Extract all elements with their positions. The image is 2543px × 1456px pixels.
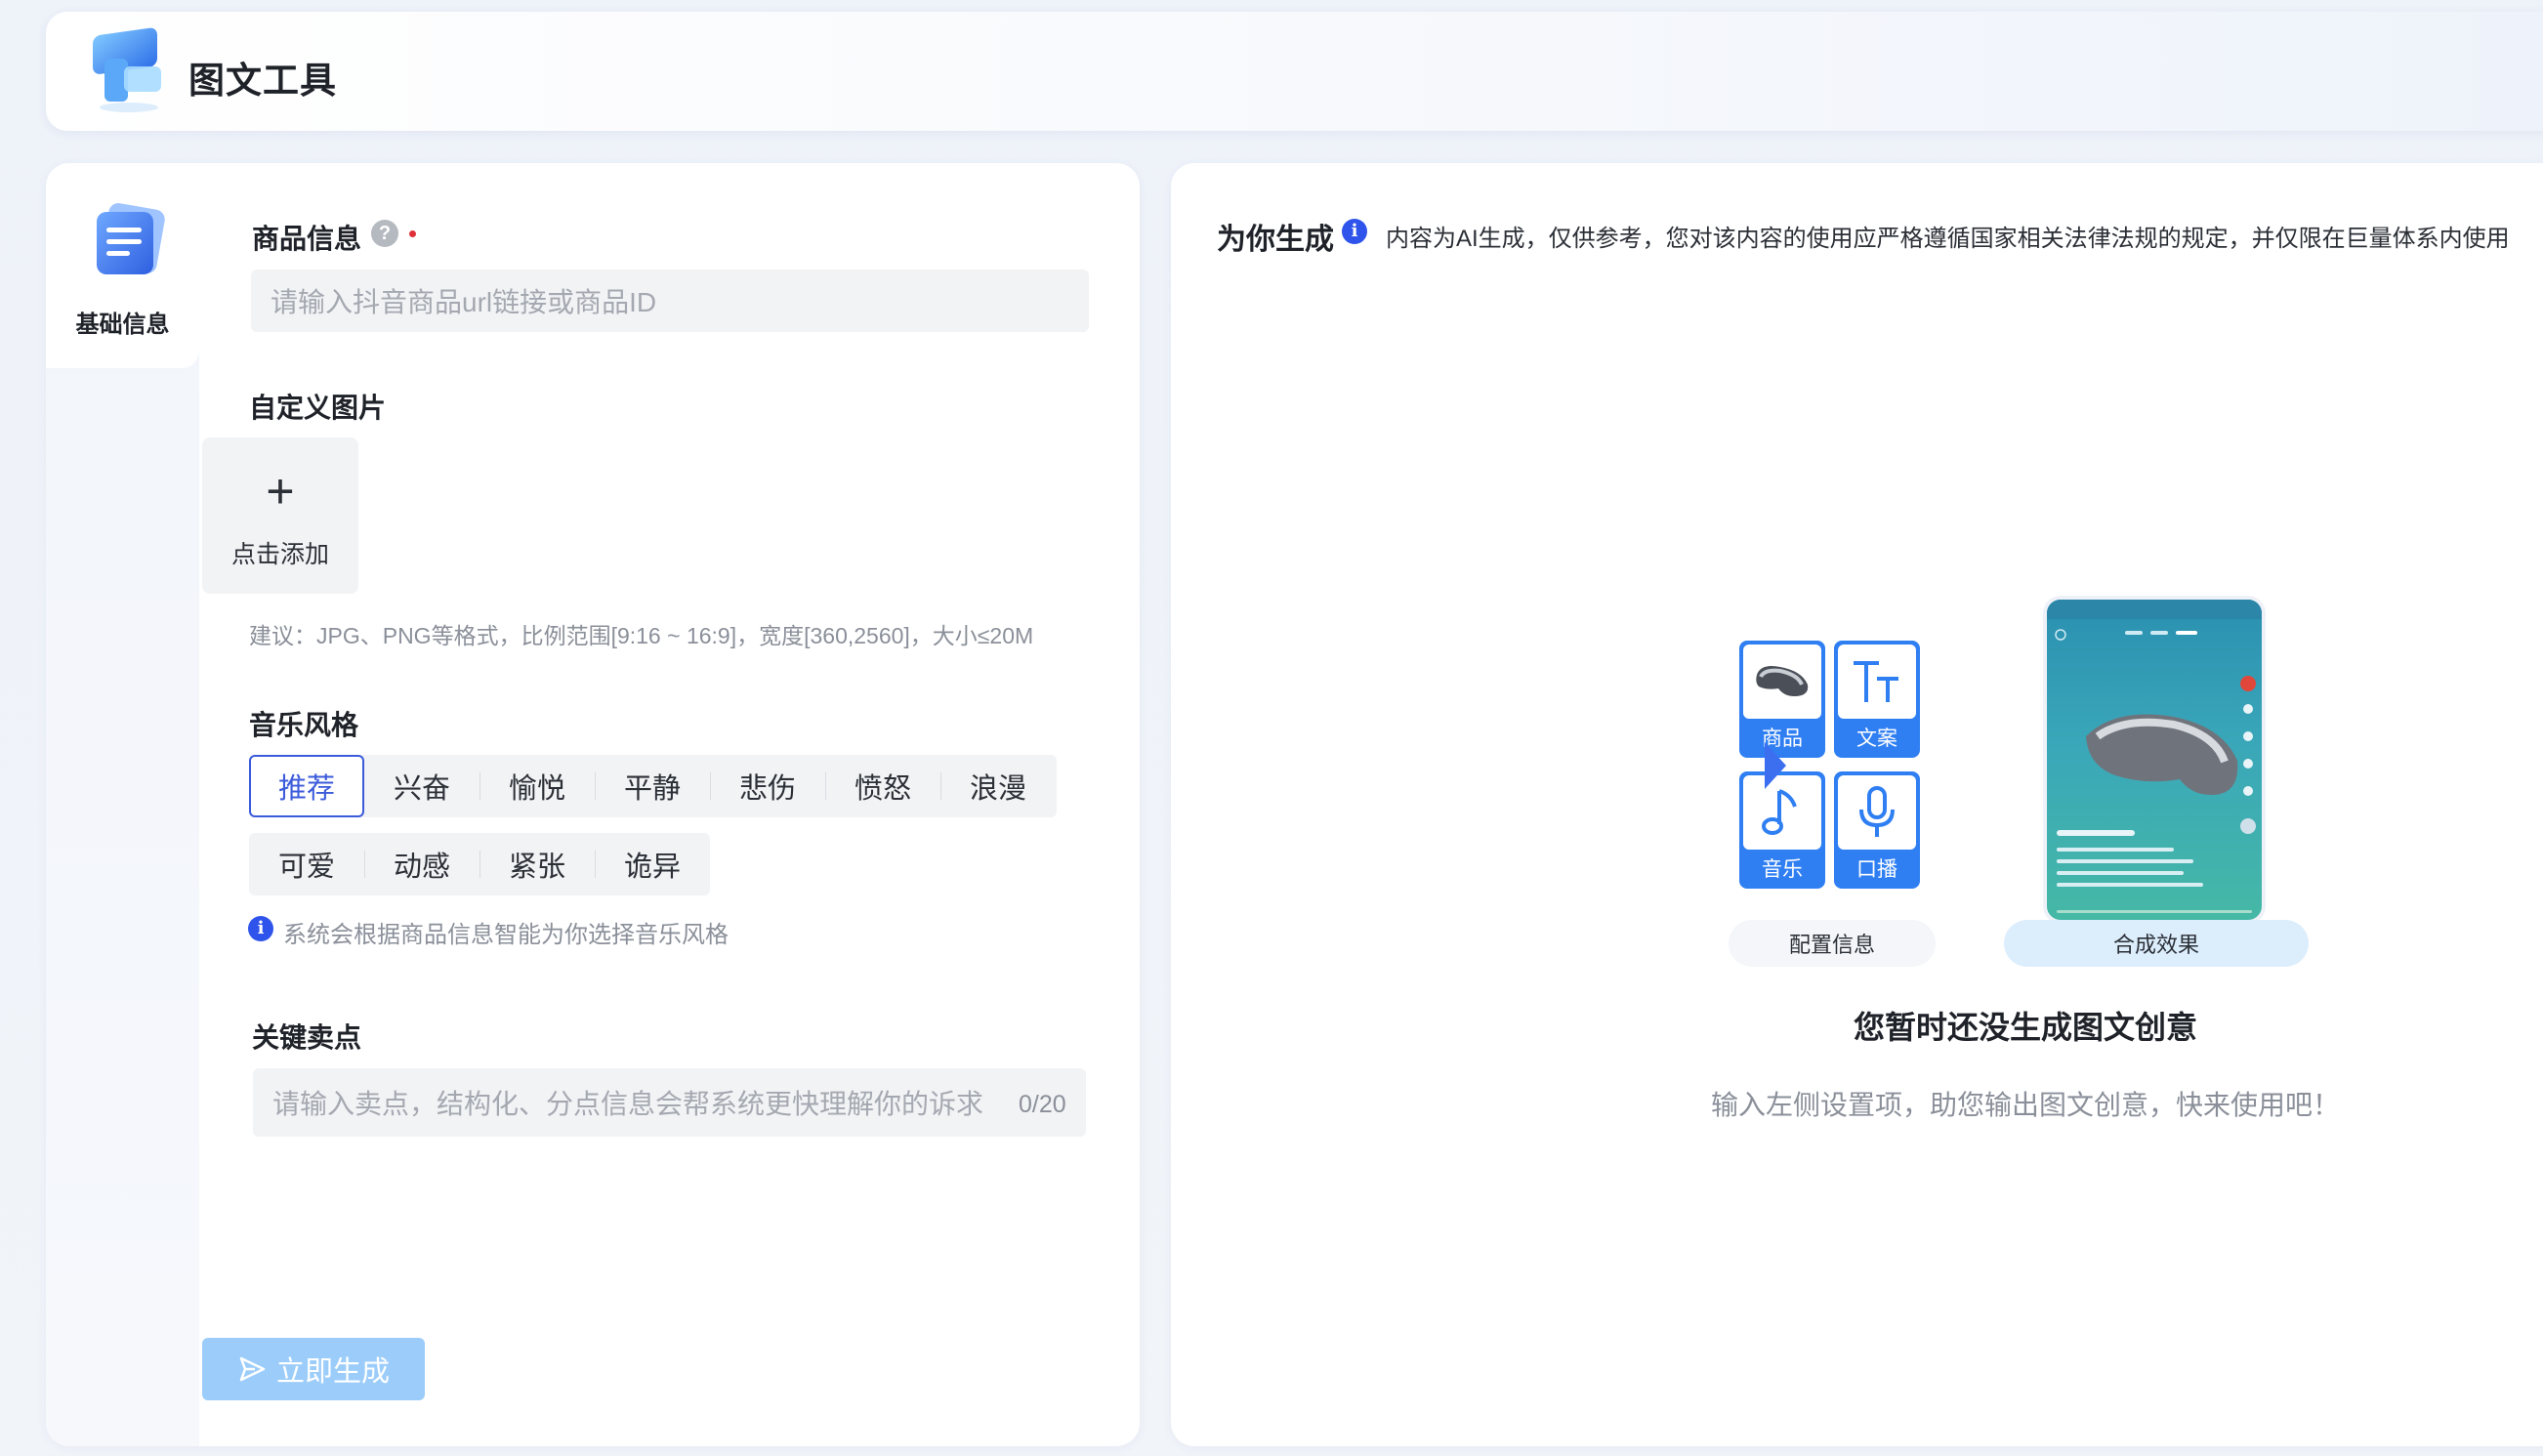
music-chip-calm[interactable]: 平静 (595, 755, 710, 817)
step-config-label: 配置信息 (1729, 920, 1936, 967)
app-title: 图文工具 (188, 61, 337, 101)
phone-preview (2043, 596, 2266, 924)
result-title: 为你生成 (1217, 224, 1334, 256)
music-note-icon (1762, 789, 1797, 835)
add-image-button[interactable]: + 点击添加 (202, 437, 358, 594)
music-chip-weird[interactable]: 诡异 (595, 833, 710, 895)
music-chip-angry[interactable]: 愤怒 (825, 755, 940, 817)
empty-state-title: 您暂时还没生成图文创意 (1853, 1010, 2197, 1045)
music-chip-cute[interactable]: 可爱 (249, 833, 364, 895)
music-chip-romantic[interactable]: 浪漫 (940, 755, 1056, 817)
music-chip-joyful[interactable]: 愉悦 (479, 755, 595, 817)
feature-label-voiceover: 口播 (1856, 858, 1897, 881)
ai-disclaimer: 内容为AI生成，仅供参考，您对该内容的使用应严格遵循国家相关法律法规的规定，并仅… (1386, 226, 2510, 252)
help-icon[interactable]: ? (371, 220, 398, 247)
send-icon (239, 1356, 266, 1382)
generate-button[interactable]: 立即生成 (202, 1338, 425, 1400)
side-nav: 基础信息 (46, 163, 199, 1446)
document-icon (97, 203, 165, 274)
product-info-label: 商品信息 (252, 224, 362, 254)
app-header: 图文工具 (46, 12, 2543, 131)
feature-tile-product: 商品 (1739, 641, 1825, 758)
preview-image (2047, 600, 2262, 913)
image-requirements-hint: 建议：JPG、PNG等格式，比例范围[9:16 ~ 16:9]，宽度[360,2… (249, 623, 1034, 648)
music-style-row-1: 推荐 兴奋 愉悦 平静 悲伤 愤怒 浪漫 (249, 755, 1057, 817)
vr-headset-icon (1756, 666, 1809, 696)
selling-points-label: 关键卖点 (252, 1022, 362, 1053)
feature-tile-copy: 文案 (1834, 641, 1920, 758)
custom-image-label: 自定义图片 (249, 393, 387, 423)
feature-tile-voiceover: 口播 (1834, 771, 1920, 889)
feature-label-music: 音乐 (1762, 858, 1803, 881)
add-image-label: 点击添加 (230, 541, 329, 568)
app-logo-icon (93, 27, 161, 112)
step-result-label: 合成效果 (2004, 920, 2309, 967)
music-chip-recommend[interactable]: 推荐 (249, 755, 364, 817)
info-icon: i (248, 916, 273, 941)
music-chip-tense[interactable]: 紧张 (479, 833, 595, 895)
side-nav-label: 基础信息 (75, 312, 170, 338)
microphone-icon (1859, 786, 1895, 837)
music-style-hint: 系统会根据商品信息智能为你选择音乐风格 (283, 922, 729, 948)
plus-icon: + (266, 464, 295, 519)
music-chip-dynamic[interactable]: 动感 (364, 833, 479, 895)
generate-button-label: 立即生成 (275, 1356, 390, 1388)
arrow-right-icon (1765, 742, 1786, 789)
info-icon[interactable]: i (1342, 219, 1367, 244)
selling-points-input[interactable]: 请输入卖点，结构化、分点信息会帮系统更快理解你的诉求 (253, 1068, 1086, 1137)
music-style-row-2: 可爱 动感 紧张 诡异 (249, 833, 710, 895)
feature-tile-music: 音乐 (1739, 771, 1825, 889)
music-chip-excited[interactable]: 兴奋 (364, 755, 479, 817)
product-url-input[interactable]: 请输入抖音商品url链接或商品ID (251, 270, 1089, 332)
selling-points-counter: 0/20 (1019, 1091, 1066, 1118)
side-nav-item-basic-info[interactable]: 基础信息 (46, 163, 199, 368)
music-style-label: 音乐风格 (249, 710, 359, 740)
text-icon (1854, 661, 1898, 702)
required-marker (409, 230, 416, 237)
music-chip-sad[interactable]: 悲伤 (710, 755, 825, 817)
empty-state-subtitle: 输入左侧设置项，助您输出图文创意，快来使用吧！ (1710, 1090, 2340, 1120)
feature-label-copy: 文案 (1856, 728, 1897, 750)
